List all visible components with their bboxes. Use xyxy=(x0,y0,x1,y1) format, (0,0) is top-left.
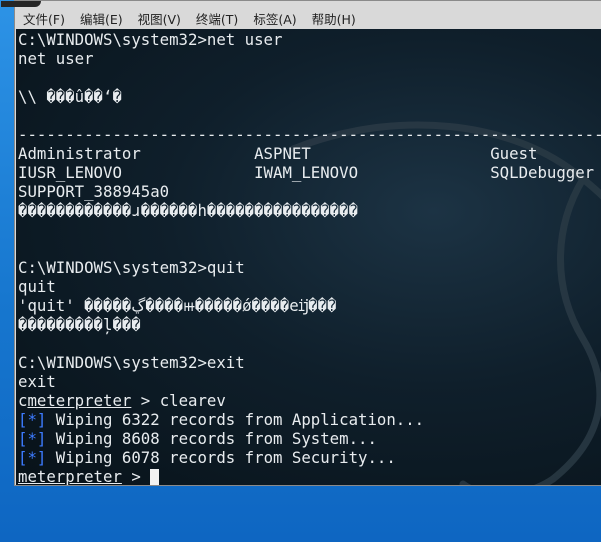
terminal-line: Administrator ASPNET Guest xyxy=(18,144,538,163)
terminal-line: exit xyxy=(18,372,56,391)
terminal-line: cmeterpreter > clearev xyxy=(18,391,601,410)
status-tag: [*] xyxy=(18,429,47,448)
terminal-line: ���������ļ��� xyxy=(18,315,141,334)
terminal-line: [*] Wiping 8608 records from System... xyxy=(18,429,601,448)
menu-tabs[interactable]: 标签(A) xyxy=(253,9,296,28)
terminal-input-line[interactable]: meterpreter > xyxy=(18,467,601,485)
status-message: Wiping 6078 records from Security... xyxy=(46,448,396,467)
terminal-line: C:\WINDOWS\system32>quit xyxy=(18,258,245,277)
menu-file[interactable]: 文件(F) xyxy=(23,9,65,28)
meterpreter-prompt: meterpreter xyxy=(18,467,122,485)
clearev-command: > clearev xyxy=(131,391,226,410)
terminal-line: quit xyxy=(18,277,56,296)
terminal-line: IUSR_LENOVO IWAM_LENOVO SQLDebugger xyxy=(18,163,595,182)
terminal-line: [*] Wiping 6078 records from Security... xyxy=(18,448,601,467)
status-tag: [*] xyxy=(18,410,47,429)
prompt-separator: > xyxy=(121,467,151,485)
terminal-line: ������������ɹ������һ���������������� xyxy=(18,201,359,220)
status-message: Wiping 6322 records from Application... xyxy=(46,410,425,429)
menu-edit[interactable]: 编辑(E) xyxy=(80,9,123,28)
menu-bar: 文件(F) 编辑(E) 视图(V) 终端(T) 标签(A) 帮助(H) xyxy=(15,8,601,28)
terminal-line: [*] Wiping 6322 records from Application… xyxy=(18,410,601,429)
status-message: Wiping 8608 records from System... xyxy=(46,429,377,448)
text-cursor xyxy=(150,469,160,485)
terminal-line: \\ ���û��ʻ� xyxy=(18,87,122,106)
status-tag: [*] xyxy=(18,448,47,467)
terminal-area[interactable]: C:\WINDOWS\system32>net user net user \\ �… xyxy=(16,29,601,485)
terminal-line: ----------------------------------------… xyxy=(18,125,601,144)
terminal-line: net user xyxy=(18,49,94,68)
menu-view[interactable]: 视图(V) xyxy=(138,9,181,28)
terminal-output: C:\WINDOWS\system32>net user net user \\ �… xyxy=(16,29,601,485)
terminal-line: 'quit' �����ڲ����ⲿ�����ǿ����еĳ��� xyxy=(18,296,337,315)
meterpreter-prompt: meterpreter xyxy=(27,391,132,410)
terminal-line: SUPPORT_388945a0 xyxy=(18,182,170,201)
window-corner xyxy=(1,1,41,7)
terminal-window: 文件(F) 编辑(E) 视图(V) 终端(T) 标签(A) 帮助(H) C:\W… xyxy=(1,0,601,486)
terminal-line: C:\WINDOWS\system32>net user xyxy=(18,30,283,49)
menu-help[interactable]: 帮助(H) xyxy=(312,9,356,28)
terminal-line: C:\WINDOWS\system32>exit xyxy=(18,353,245,372)
menu-terminal[interactable]: 终端(T) xyxy=(196,9,238,28)
